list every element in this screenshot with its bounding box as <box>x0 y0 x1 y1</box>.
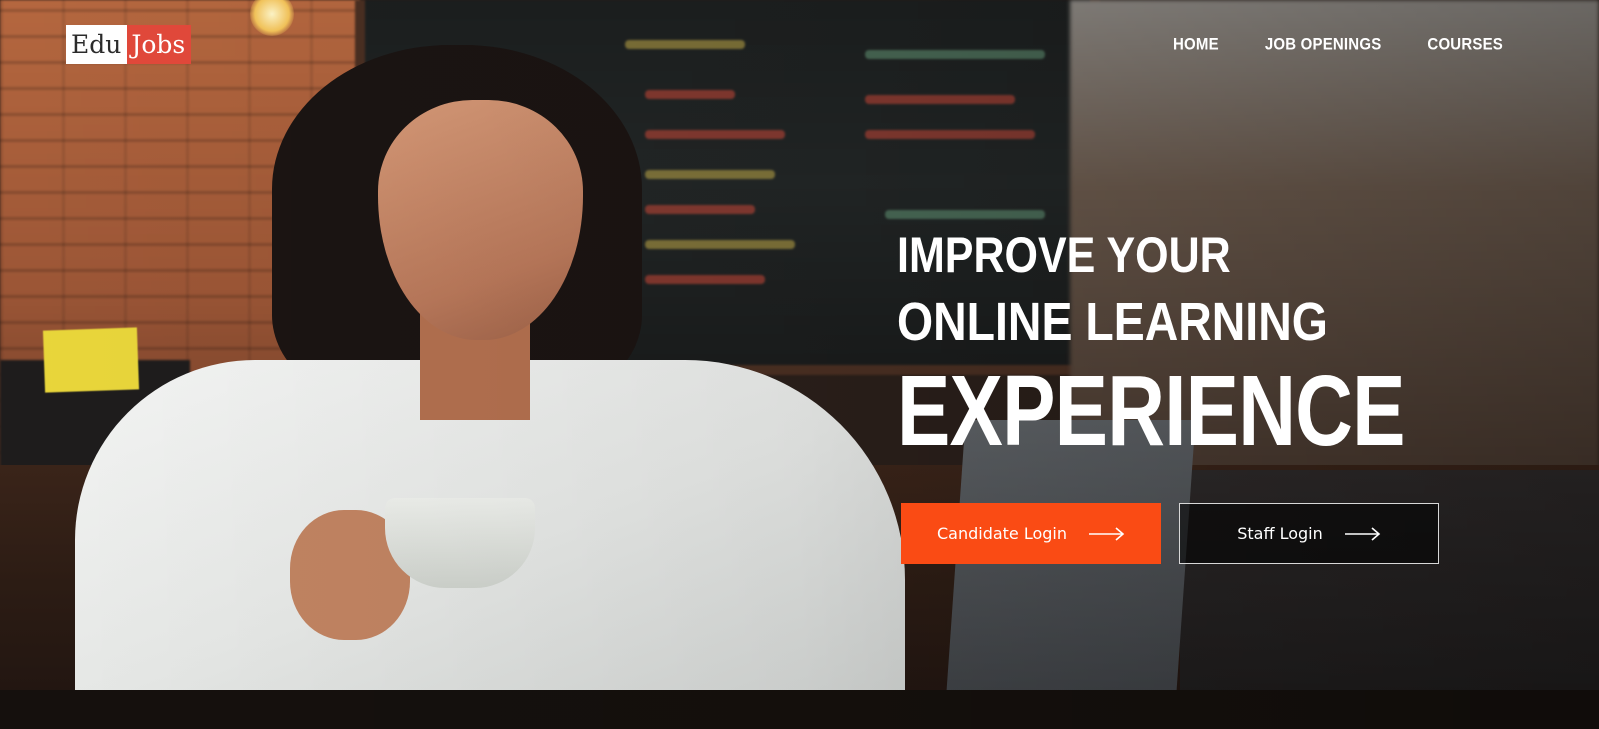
logo-text-jobs: Jobs <box>127 25 192 64</box>
arrow-right-icon <box>1089 526 1125 541</box>
staff-login-label: Staff Login <box>1237 524 1323 543</box>
main-nav: HOME JOB OPENINGS COURSES <box>1173 35 1503 53</box>
nav-job-openings[interactable]: JOB OPENINGS <box>1265 35 1382 53</box>
headline-line-3: EXPERIENCE <box>897 355 1406 467</box>
headline-line-1: IMPROVE YOUR <box>897 227 1231 283</box>
staff-login-button[interactable]: Staff Login <box>1179 503 1439 564</box>
edujobs-logo[interactable]: Edu Jobs <box>66 25 192 64</box>
headline-line-2: ONLINE LEARNING <box>897 292 1328 352</box>
candidate-login-label: Candidate Login <box>936 524 1068 543</box>
nav-home[interactable]: HOME <box>1173 35 1219 53</box>
logo-text-edu: Edu <box>66 25 128 64</box>
hero-headline: IMPROVE YOUR ONLINE LEARNING EXPERIENCE <box>897 225 1532 463</box>
candidate-login-button[interactable]: Candidate Login <box>901 503 1161 564</box>
arrow-right-icon <box>1344 526 1380 541</box>
nav-courses[interactable]: COURSES <box>1427 35 1503 53</box>
